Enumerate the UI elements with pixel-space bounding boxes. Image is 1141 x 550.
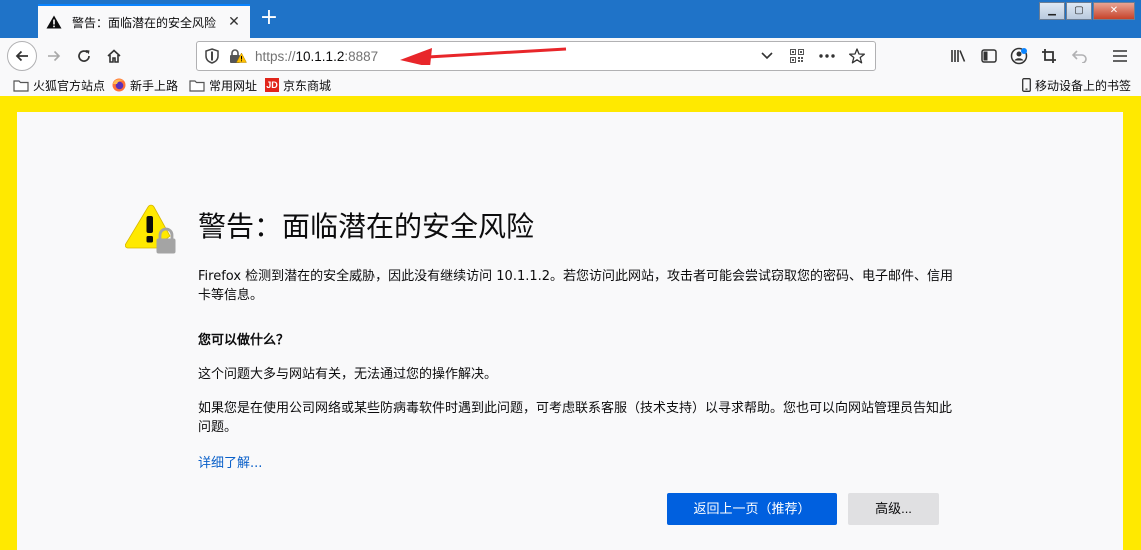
account-icon [1010,47,1028,65]
bookmark-label: 火狐官方站点 [33,78,106,93]
tab-active[interactable]: 警告：面临潜在的安全风险 ✕ [38,4,250,38]
what-to-do-heading: 您可以做什么？ [198,333,290,348]
warning-frame: 警告：面临潜在的安全风险 Firefox 检测到潜在的安全威胁，因此没有继续访问… [0,96,1141,550]
tab-close-icon[interactable]: ✕ [226,14,242,30]
tab-strip: 警告：面临潜在的安全风险 ✕ + ▁ ▢ ✕ [0,0,1141,38]
maximize-button[interactable]: ▢ [1066,2,1092,20]
security-warning-icon [125,204,176,254]
bookmark-item[interactable]: JD 京东商城 [265,76,331,94]
sidebar-button[interactable] [975,42,1003,70]
new-tab-button[interactable]: + [258,7,280,30]
undo-close-button[interactable] [1066,42,1094,70]
bookmark-label: 京东商城 [283,78,332,93]
url-port: :8887 [344,48,379,64]
tracking-shield-icon[interactable] [205,48,219,64]
bookmark-item[interactable]: 火狐官方站点 [13,76,105,94]
advanced-button[interactable]: 高级... [848,493,939,525]
back-arrow-icon [15,50,28,62]
reload-icon [78,50,90,62]
support-advice-text: 如果您是在使用公司网络或某些防病毒软件时遇到此问题，可考虑联系客服（技术支持）以… [198,401,953,435]
star-icon [849,48,865,64]
qrcode-icon [790,49,804,63]
forward-arrow-icon [48,50,61,62]
page-actions-button[interactable] [815,45,839,67]
menu-button[interactable] [1106,42,1134,70]
url-scheme: https:// [255,48,296,64]
home-button[interactable] [100,42,128,70]
warning-icon [46,15,62,29]
chevron-down-icon [761,52,773,60]
mobile-icon [1022,78,1031,92]
window-controls: ▁ ▢ ✕ [1038,2,1135,20]
screenshot-button[interactable] [1035,42,1063,70]
folder-icon [189,79,205,92]
undo-icon [1072,50,1087,63]
back-button[interactable] [7,41,37,71]
bookmark-item[interactable]: 常用网址 [189,76,257,94]
go-back-button[interactable]: 返回上一页（推荐） [667,493,837,525]
account-button[interactable] [1005,42,1033,70]
bookmark-label: 新手上路 [130,78,179,93]
folder-icon [13,79,29,92]
library-button[interactable] [944,42,972,70]
bookmark-item[interactable]: 新手上路 [112,76,178,94]
page-title: 警告：面临潜在的安全风险 [198,210,535,243]
insecure-lock-icon[interactable] [229,48,247,64]
library-icon [951,50,966,62]
qrcode-button[interactable] [785,45,809,67]
sidebar-icon [981,49,997,63]
url-text[interactable]: https://10.1.1.2:8887 [255,49,378,64]
home-icon [107,49,121,63]
firefox-icon [112,78,126,92]
error-description: Firefox 检测到潜在的安全威胁，因此没有继续访问 10.1.1.2。若您访… [198,269,954,303]
forward-button[interactable] [40,42,68,70]
bookmark-label: 常用网址 [209,78,258,93]
site-issue-text: 这个问题大多与网站有关，无法通过您的操作解决。 [198,367,498,382]
bookmarks-toolbar: 火狐官方站点 新手上路 常用网址 JD 京东商城 移动设备上的书签 [0,74,1141,96]
url-host: 10.1.1.2 [295,48,345,64]
jd-icon: JD [265,78,279,92]
crop-icon [1042,49,1056,63]
cert-error-page: 警告：面临潜在的安全风险 Firefox 检测到潜在的安全威胁，因此没有继续访问… [17,112,1123,550]
url-actions [749,45,869,67]
annotation-arrow [400,47,567,65]
hamburger-icon [1113,50,1127,62]
learn-more-link[interactable]: 详细了解... [198,452,262,471]
window-close-button[interactable]: ✕ [1093,2,1135,20]
mobile-bookmarks[interactable]: 移动设备上的书签 [1022,76,1131,94]
bookmark-star-button[interactable] [845,45,869,67]
navigation-toolbar: https://10.1.1.2:8887 [0,38,1141,74]
url-dropdown-button[interactable] [755,45,779,67]
mobile-bookmarks-label: 移动设备上的书签 [1035,78,1132,93]
minimize-button[interactable]: ▁ [1039,2,1065,20]
reload-button[interactable] [70,42,98,70]
more-icon [819,54,835,58]
tab-title: 警告：面临潜在的安全风险 [72,15,217,30]
